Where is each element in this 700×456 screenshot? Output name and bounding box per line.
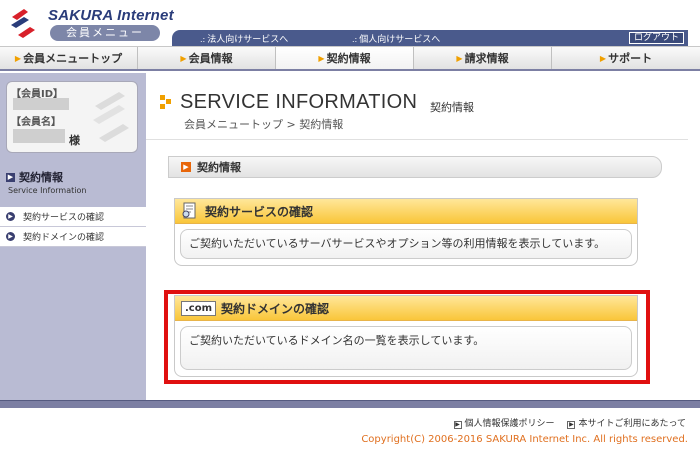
nav-member-top[interactable]: ▶ 会員メニュートップ [0,47,138,69]
nav-label: 会員情報 [188,52,233,65]
arrow-icon: ▶ [456,53,463,63]
arrow-icon: .: [200,35,206,44]
sidebar-item-label: 契約サービスの確認 [23,213,105,223]
arrow-icon: ▶ [599,53,607,63]
sakura-logo-icon [11,9,35,38]
divider [146,139,688,140]
page-subtitle: 契約情報 [430,101,474,114]
sidebar-title-en: Service Information [8,186,87,195]
corporate-services-link[interactable]: .: 法人向けサービスへ [200,32,288,45]
sidebar-title-jp-label: 契約情報 [19,171,63,184]
personal-services-label: 個人向けサービスへ [359,35,441,45]
sidebar-item-contract-domains[interactable]: ▶ 契約ドメインの確認 [0,227,146,247]
redacted-member-id [13,98,69,110]
header: SAKURA Internet 会員メニュー .: 法人向けサービスへ .: 個人向… [0,0,700,46]
document-magnifier-icon [182,202,196,219]
section-header: ▶ 契約情報 [168,156,662,178]
breadcrumb: 会員メニュートップ > 契約情報 [184,116,343,132]
member-menu-badge: 会員メニュー [50,25,160,41]
copyright: Copyright(C) 2006-2016 SAKURA Internet I… [361,434,688,445]
breadcrumb-home-link[interactable]: 会員メニュートップ [184,118,283,131]
highlight-box [164,290,650,384]
orange-bullet-icon [160,95,171,109]
logout-button[interactable]: ログアウト [628,32,684,44]
sidebar-item-contract-services[interactable]: ▶ 契約サービスの確認 [0,207,146,227]
nav-label: 会員メニュートップ [23,52,123,65]
nav-contract-info[interactable]: ▶ 契約情報 [276,47,414,69]
main-nav: ▶ 会員メニュートップ ▶ 会員情報 ▶ 契約情報 ▶ 請求情報 ▶ サポート [0,46,700,71]
page-title: SERVICE INFORMATION [180,91,418,113]
breadcrumb-separator: > [286,118,296,131]
privacy-policy-label: 個人情報保護ポリシー [464,419,555,429]
nav-label: サポート [608,52,653,65]
arrow-icon: ▶ [14,53,22,63]
link-box-icon: ▶ [453,421,462,429]
circle-arrow-icon: ▶ [6,212,15,221]
sidebar-title-jp: ▶ 契約情報 [6,169,146,185]
square-arrow-icon: ▶ [6,172,15,182]
site-terms-label: 本サイトご利用にあたって [578,419,686,429]
sidebar-section-title: ▶ 契約情報 Service Information [6,169,146,195]
privacy-policy-link[interactable]: ▶ 個人情報保護ポリシー [453,419,555,429]
breadcrumb-current: 契約情報 [299,118,344,131]
contract-services-card: 契約サービスの確認 ご契約いただいているサーバサービスやオプション等の利用情報を… [174,198,638,266]
site-terms-link[interactable]: ▶ 本サイトご利用にあたって [567,419,686,429]
contract-services-link[interactable]: 契約サービスの確認 [175,199,637,224]
link-box-icon: ▶ [567,421,576,429]
brand-name: SAKURA Internet [48,7,174,24]
nav-member-info[interactable]: ▶ 会員情報 [138,47,276,69]
nav-support[interactable]: ▶ サポート [552,47,700,69]
corporate-services-label: 法人向けサービスへ [207,35,289,45]
member-info-box: 【会員ID】 【会員名】 様 [6,81,138,153]
circle-arrow-icon: ▶ [6,232,15,241]
arrow-icon: ▶ [180,53,187,63]
footer-bar [0,400,700,408]
top-link-bar: .: 法人向けサービスへ .: 個人向けサービスへ ログアウト [172,30,688,46]
arrow-icon: ▶ [318,53,325,63]
sidebar-item-label: 契約ドメインの確認 [23,233,105,243]
section-title: 契約情報 [197,161,241,174]
member-name-label: 【会員名】 [11,117,61,128]
nav-label: 請求情報 [464,52,509,65]
member-box-decoration [93,92,129,142]
card-title: 契約サービスの確認 [205,204,314,219]
card-description: ご契約いただいているサーバサービスやオプション等の利用情報を表示しています。 [180,229,632,259]
main-content: SERVICE INFORMATION 契約情報 会員メニュートップ > 契約情… [146,73,688,400]
nav-label: 契約情報 [326,52,371,65]
sidebar-list: ▶ 契約サービスの確認 ▶ 契約ドメインの確認 [0,207,146,247]
redacted-member-name [13,129,65,143]
sakura-logo[interactable]: SAKURA Internet 会員メニュー [8,5,174,41]
personal-services-link[interactable]: .: 個人向けサービスへ [352,32,440,45]
section-arrow-icon: ▶ [181,162,191,172]
arrow-icon: .: [352,35,358,44]
nav-billing-info[interactable]: ▶ 請求情報 [414,47,552,69]
member-honorific: 様 [69,134,80,147]
footer-links: ▶ 個人情報保護ポリシー ▶ 本サイトご利用にあたって [444,416,686,429]
sidebar: 【会員ID】 【会員名】 様 ▶ 契約情報 Service Information… [0,73,146,400]
